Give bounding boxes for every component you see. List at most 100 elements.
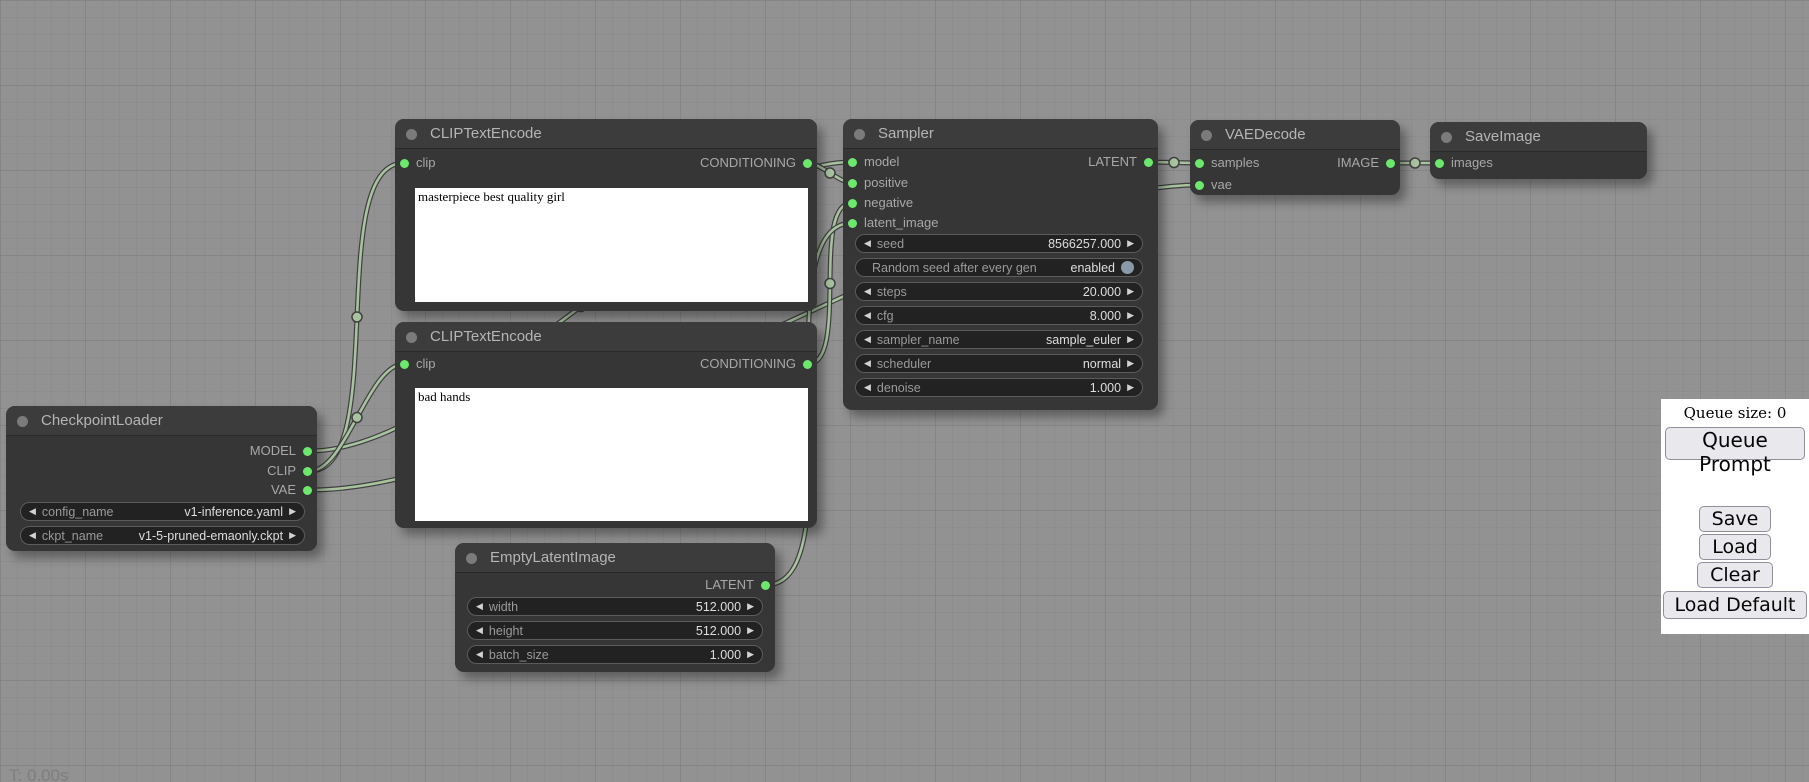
increment-arrow-icon[interactable]: ▶ (747, 650, 754, 659)
node-title-bar[interactable]: EmptyLatentImage (455, 543, 775, 573)
input-dot-icon[interactable] (848, 199, 857, 208)
collapse-dot-icon[interactable] (1441, 132, 1452, 143)
widget-seed[interactable]: ◀ seed 8566257.000 ▶ (855, 234, 1143, 253)
decrement-arrow-icon[interactable]: ◀ (476, 602, 483, 611)
next-arrow-icon[interactable]: ▶ (289, 507, 296, 516)
widget-width[interactable]: ◀ width 512.000 ▶ (467, 597, 763, 616)
input-dot-icon[interactable] (848, 219, 857, 228)
node-save-image[interactable]: SaveImage images (1430, 122, 1647, 179)
output-slot-conditioning[interactable]: CONDITIONING (700, 154, 817, 172)
output-slot-vae[interactable]: VAE (271, 481, 317, 499)
input-slot-images[interactable]: images (1430, 154, 1493, 172)
widget-config-name[interactable]: ◀ config_name v1-inference.yaml ▶ (20, 502, 305, 521)
widget-scheduler[interactable]: ◀ scheduler normal ▶ (855, 354, 1143, 373)
input-slot-vae[interactable]: vae (1190, 176, 1232, 194)
input-dot-icon[interactable] (400, 360, 409, 369)
input-dot-icon[interactable] (1195, 181, 1204, 190)
widget-ckpt-name[interactable]: ◀ ckpt_name v1-5-pruned-emaonly.ckpt ▶ (20, 526, 305, 545)
output-dot-icon[interactable] (803, 360, 812, 369)
increment-arrow-icon[interactable]: ▶ (747, 602, 754, 611)
widget-label: ckpt_name (42, 529, 103, 543)
input-slot-clip[interactable]: clip (395, 355, 436, 373)
input-slot-latent-image[interactable]: latent_image (843, 214, 938, 232)
load-button[interactable]: Load (1699, 534, 1771, 560)
widget-random-seed-toggle[interactable]: Random seed after every gen enabled (855, 258, 1143, 277)
save-button[interactable]: Save (1699, 506, 1772, 532)
node-empty-latent-image[interactable]: EmptyLatentImage LATENT ◀ width 512.000 … (455, 543, 775, 672)
input-slot-model[interactable]: model (843, 153, 899, 171)
prev-arrow-icon[interactable]: ◀ (29, 507, 36, 516)
input-dot-icon[interactable] (848, 158, 857, 167)
output-dot-icon[interactable] (1144, 158, 1153, 167)
output-slot-model[interactable]: MODEL (250, 442, 317, 460)
collapse-dot-icon[interactable] (466, 553, 477, 564)
load-default-button[interactable]: Load Default (1663, 591, 1806, 619)
node-vae-decode[interactable]: VAEDecode samples vae IMAGE (1190, 120, 1400, 195)
next-arrow-icon[interactable]: ▶ (1127, 335, 1134, 344)
widget-denoise[interactable]: ◀ denoise 1.000 ▶ (855, 378, 1143, 397)
decrement-arrow-icon[interactable]: ◀ (476, 650, 483, 659)
widget-steps[interactable]: ◀ steps 20.000 ▶ (855, 282, 1143, 301)
node-clip-text-encode-negative[interactable]: CLIPTextEncode clip CONDITIONING bad han… (395, 322, 817, 528)
output-slot-image[interactable]: IMAGE (1337, 154, 1400, 172)
increment-arrow-icon[interactable]: ▶ (1127, 239, 1134, 248)
decrement-arrow-icon[interactable]: ◀ (864, 239, 871, 248)
output-dot-icon[interactable] (303, 467, 312, 476)
node-title-bar[interactable]: CLIPTextEncode (395, 322, 817, 352)
collapse-dot-icon[interactable] (17, 416, 28, 427)
node-graph-canvas[interactable]: CheckpointLoader MODEL CLIP VAE ◀ config… (0, 0, 1809, 782)
increment-arrow-icon[interactable]: ▶ (747, 626, 754, 635)
input-dot-icon[interactable] (1435, 159, 1444, 168)
decrement-arrow-icon[interactable]: ◀ (476, 626, 483, 635)
collapse-dot-icon[interactable] (1201, 130, 1212, 141)
collapse-dot-icon[interactable] (854, 129, 865, 140)
node-title-bar[interactable]: SaveImage (1430, 122, 1647, 152)
collapse-dot-icon[interactable] (406, 332, 417, 343)
prev-arrow-icon[interactable]: ◀ (864, 335, 871, 344)
node-title-bar[interactable]: CLIPTextEncode (395, 119, 817, 149)
node-title-bar[interactable]: CheckpointLoader (6, 406, 317, 436)
output-slot-latent[interactable]: LATENT (705, 576, 775, 594)
next-arrow-icon[interactable]: ▶ (1127, 359, 1134, 368)
node-title-bar[interactable]: Sampler (843, 119, 1158, 149)
widget-batch-size[interactable]: ◀ batch_size 1.000 ▶ (467, 645, 763, 664)
widget-cfg[interactable]: ◀ cfg 8.000 ▶ (855, 306, 1143, 325)
decrement-arrow-icon[interactable]: ◀ (864, 383, 871, 392)
input-slot-positive[interactable]: positive (843, 174, 908, 192)
increment-arrow-icon[interactable]: ▶ (1127, 311, 1134, 320)
input-dot-icon[interactable] (400, 159, 409, 168)
widget-height[interactable]: ◀ height 512.000 ▶ (467, 621, 763, 640)
increment-arrow-icon[interactable]: ▶ (1127, 287, 1134, 296)
widget-value: 1.000 (1090, 381, 1121, 395)
input-slot-negative[interactable]: negative (843, 194, 913, 212)
output-slot-latent[interactable]: LATENT (1088, 153, 1158, 171)
node-clip-text-encode-positive[interactable]: CLIPTextEncode clip CONDITIONING masterp… (395, 119, 817, 311)
output-slot-conditioning[interactable]: CONDITIONING (700, 355, 817, 373)
widget-sampler-name[interactable]: ◀ sampler_name sample_euler ▶ (855, 330, 1143, 349)
node-title-bar[interactable]: VAEDecode (1190, 120, 1400, 150)
decrement-arrow-icon[interactable]: ◀ (864, 287, 871, 296)
output-slot-clip[interactable]: CLIP (267, 462, 317, 480)
next-arrow-icon[interactable]: ▶ (289, 531, 296, 540)
toggle-on-icon[interactable] (1121, 261, 1134, 274)
output-dot-icon[interactable] (1386, 159, 1395, 168)
queue-prompt-button[interactable]: Queue Prompt (1665, 427, 1805, 460)
prompt-textarea[interactable]: bad hands (415, 388, 808, 521)
output-dot-icon[interactable] (303, 447, 312, 456)
input-dot-icon[interactable] (848, 179, 857, 188)
input-slot-samples[interactable]: samples (1190, 154, 1259, 172)
input-dot-icon[interactable] (1195, 159, 1204, 168)
output-dot-icon[interactable] (803, 159, 812, 168)
output-dot-icon[interactable] (303, 486, 312, 495)
prev-arrow-icon[interactable]: ◀ (864, 359, 871, 368)
collapse-dot-icon[interactable] (406, 129, 417, 140)
prompt-textarea[interactable]: masterpiece best quality girl (415, 188, 808, 302)
input-slot-clip[interactable]: clip (395, 154, 436, 172)
increment-arrow-icon[interactable]: ▶ (1127, 383, 1134, 392)
node-checkpoint-loader[interactable]: CheckpointLoader MODEL CLIP VAE ◀ config… (6, 406, 317, 551)
clear-button[interactable]: Clear (1697, 562, 1773, 588)
prev-arrow-icon[interactable]: ◀ (29, 531, 36, 540)
output-dot-icon[interactable] (761, 581, 770, 590)
decrement-arrow-icon[interactable]: ◀ (864, 311, 871, 320)
node-sampler[interactable]: Sampler model positive negative latent_i… (843, 119, 1158, 410)
